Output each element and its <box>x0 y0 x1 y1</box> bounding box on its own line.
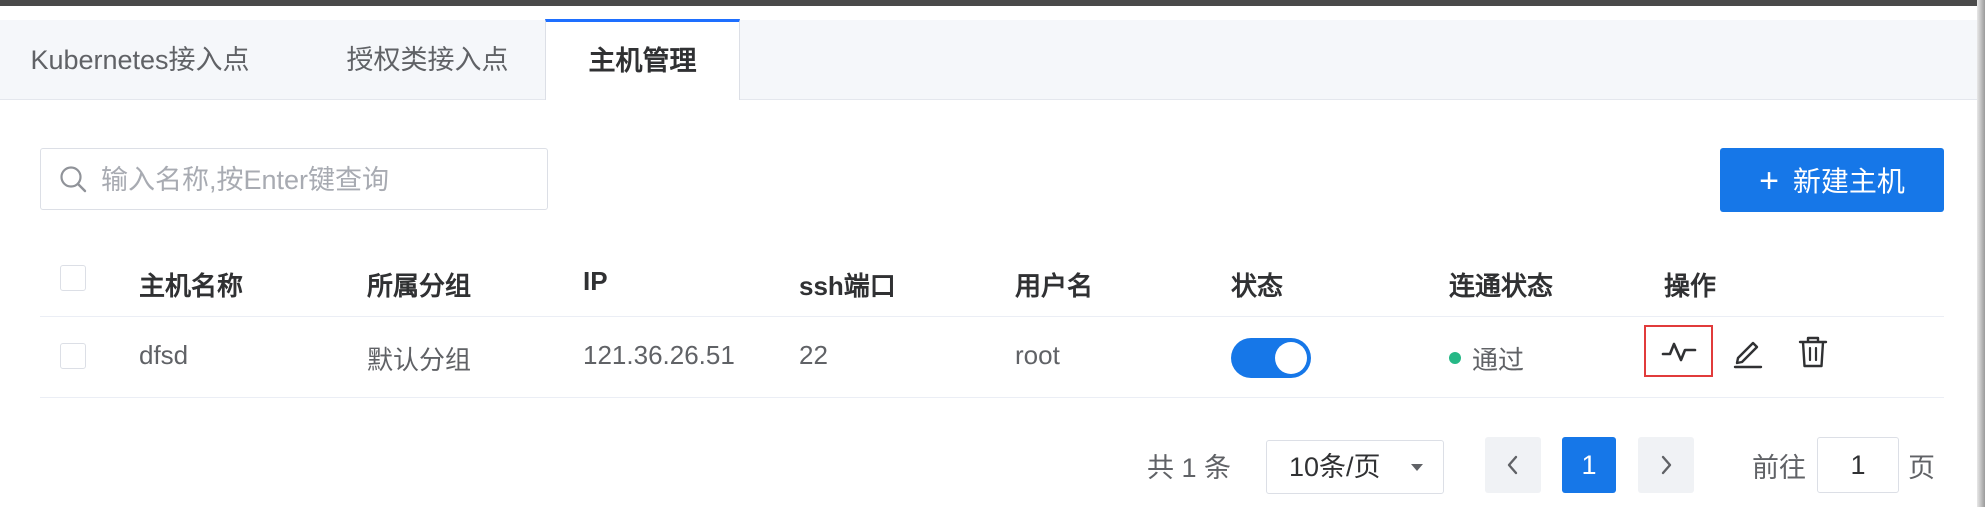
tab-auth-access[interactable]: 授权类接入点 <box>300 20 555 100</box>
column-header-actions: 操作 <box>1664 271 1717 301</box>
cell-connectivity: 通过 <box>1472 345 1525 375</box>
new-host-label: 新建主机 <box>1792 166 1905 197</box>
row-divider <box>40 397 1944 398</box>
cell-host-name: dfsd <box>139 340 189 370</box>
chevron-left-icon <box>1507 455 1518 475</box>
search-input[interactable] <box>99 149 533 211</box>
goto-label: 前往 <box>1752 453 1806 483</box>
page-size-value: 10条/页 <box>1289 452 1381 482</box>
toggle-knob <box>1275 342 1307 374</box>
prev-page-button[interactable] <box>1485 437 1541 493</box>
page-suffix: 页 <box>1908 453 1935 483</box>
row-checkbox[interactable] <box>60 343 86 369</box>
cell-group: 默认分组 <box>367 345 472 375</box>
plus-icon: + <box>1759 162 1779 200</box>
tab-bar: Kubernetes接入点 授权类接入点 主机管理 <box>0 19 1977 100</box>
edit-icon[interactable] <box>1729 334 1765 370</box>
new-host-button[interactable]: + 新建主机 <box>1720 148 1944 212</box>
cell-username: root <box>1015 340 1060 370</box>
header-divider <box>40 316 1944 317</box>
column-header-group: 所属分组 <box>367 271 472 301</box>
select-all-checkbox[interactable] <box>60 265 86 291</box>
cell-ip: 121.36.26.51 <box>583 340 735 370</box>
window-top-edge <box>0 0 1985 6</box>
column-header-connectivity: 连通状态 <box>1449 271 1554 301</box>
pagination-total: 共 1 条 <box>1147 453 1232 483</box>
page-size-select[interactable]: 10条/页 <box>1266 440 1444 494</box>
column-header-host-name: 主机名称 <box>139 271 244 301</box>
search-box[interactable] <box>40 148 548 211</box>
connectivity-status-dot <box>1449 352 1461 364</box>
window-right-edge <box>1977 0 1985 507</box>
column-header-ip: IP <box>583 266 608 296</box>
trash-icon[interactable] <box>1795 334 1831 370</box>
cell-ssh-port: 22 <box>799 340 828 370</box>
caret-down-icon <box>1411 464 1423 471</box>
tab-kubernetes[interactable]: Kubernetes接入点 <box>0 20 280 100</box>
search-icon <box>60 166 87 193</box>
activity-icon[interactable] <box>1661 334 1697 370</box>
page-number-1[interactable]: 1 <box>1562 437 1616 493</box>
status-toggle[interactable] <box>1231 338 1311 378</box>
column-header-ssh-port: ssh端口 <box>799 271 896 301</box>
column-header-username: 用户名 <box>1015 271 1094 301</box>
tab-host-management[interactable]: 主机管理 <box>545 19 740 100</box>
next-page-button[interactable] <box>1638 437 1694 493</box>
column-header-status: 状态 <box>1231 271 1284 301</box>
chevron-right-icon <box>1661 455 1672 475</box>
goto-page-input[interactable]: 1 <box>1817 437 1899 493</box>
